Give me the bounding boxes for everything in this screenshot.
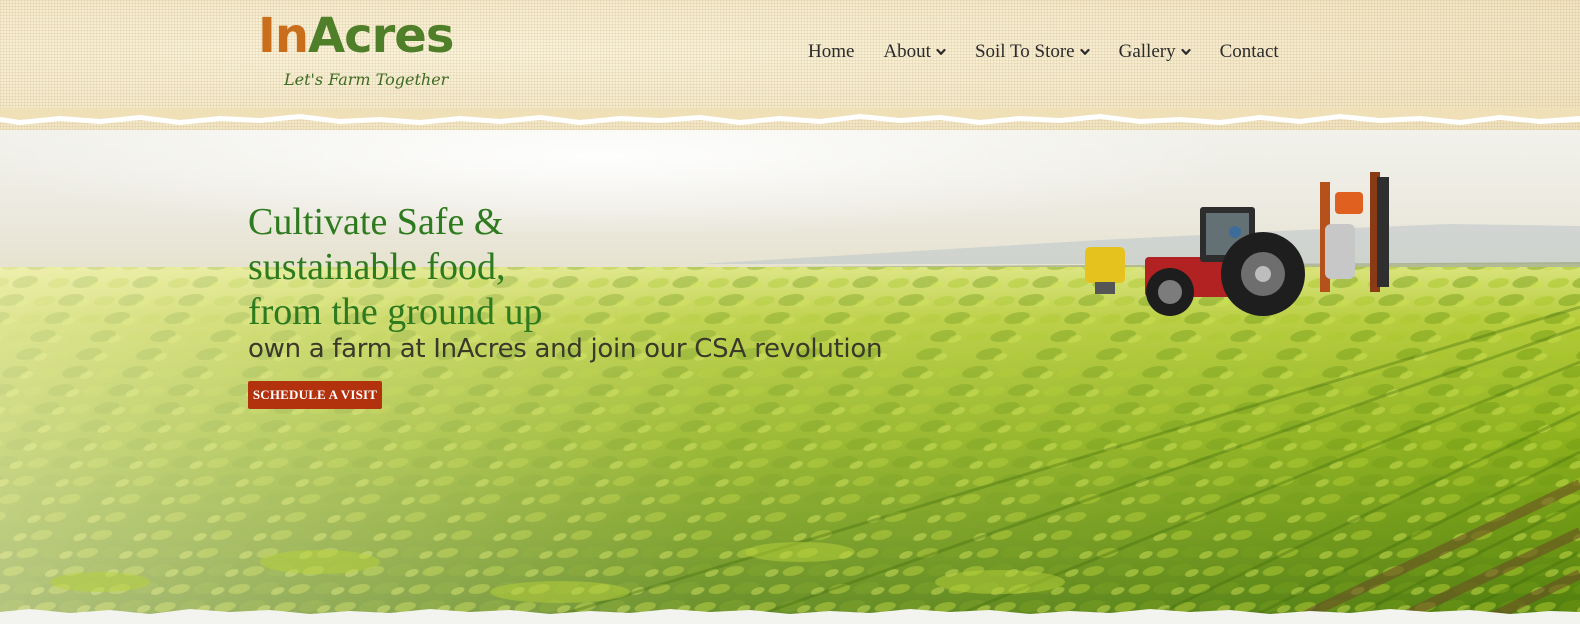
hero-subtitle: own a farm at InAcres and join our CSA r… — [248, 334, 883, 364]
page: InAcres Let's Farm Together Home About S… — [0, 0, 1580, 624]
nav-item-label: Gallery — [1118, 41, 1176, 62]
nav-item-home[interactable]: Home — [808, 41, 854, 63]
nav-item-about[interactable]: About — [883, 41, 946, 63]
logo-text-in: In — [258, 8, 309, 64]
logo-wordmark: InAcres — [258, 8, 454, 64]
hero-title-line: Cultivate Safe & — [248, 201, 504, 243]
hero-title-line: from the ground up — [248, 291, 543, 333]
schedule-visit-button[interactable]: SCHEDULE A VISIT — [248, 381, 382, 409]
hero-banner: Cultivate Safe & sustainable food, from … — [0, 112, 1580, 618]
torn-paper-edge — [0, 108, 1580, 125]
nav-item-gallery[interactable]: Gallery — [1119, 41, 1191, 63]
chevron-down-icon — [1180, 47, 1191, 57]
hero-title: Cultivate Safe & sustainable food, from … — [248, 200, 748, 335]
torn-paper-edge-bottom — [0, 609, 1580, 624]
main-nav: Home About Soil To Store Gallery Contact — [808, 38, 1279, 66]
chevron-down-icon — [936, 47, 946, 57]
nav-item-soil-to-store[interactable]: Soil To Store — [975, 41, 1090, 63]
logo-text-acres: Acres — [308, 8, 454, 64]
logo-tagline: Let's Farm Together — [284, 70, 449, 89]
nav-item-contact[interactable]: Contact — [1220, 41, 1279, 63]
chevron-down-icon — [1080, 47, 1090, 57]
nav-item-label: Home — [808, 41, 855, 62]
farm-field-image — [0, 112, 1580, 618]
hero-title-line: sustainable food, — [248, 246, 506, 288]
nav-item-label: About — [883, 41, 931, 62]
nav-item-label: Contact — [1219, 41, 1279, 62]
nav-item-label: Soil To Store — [974, 41, 1075, 62]
site-logo[interactable]: InAcres Let's Farm Together — [258, 8, 478, 94]
